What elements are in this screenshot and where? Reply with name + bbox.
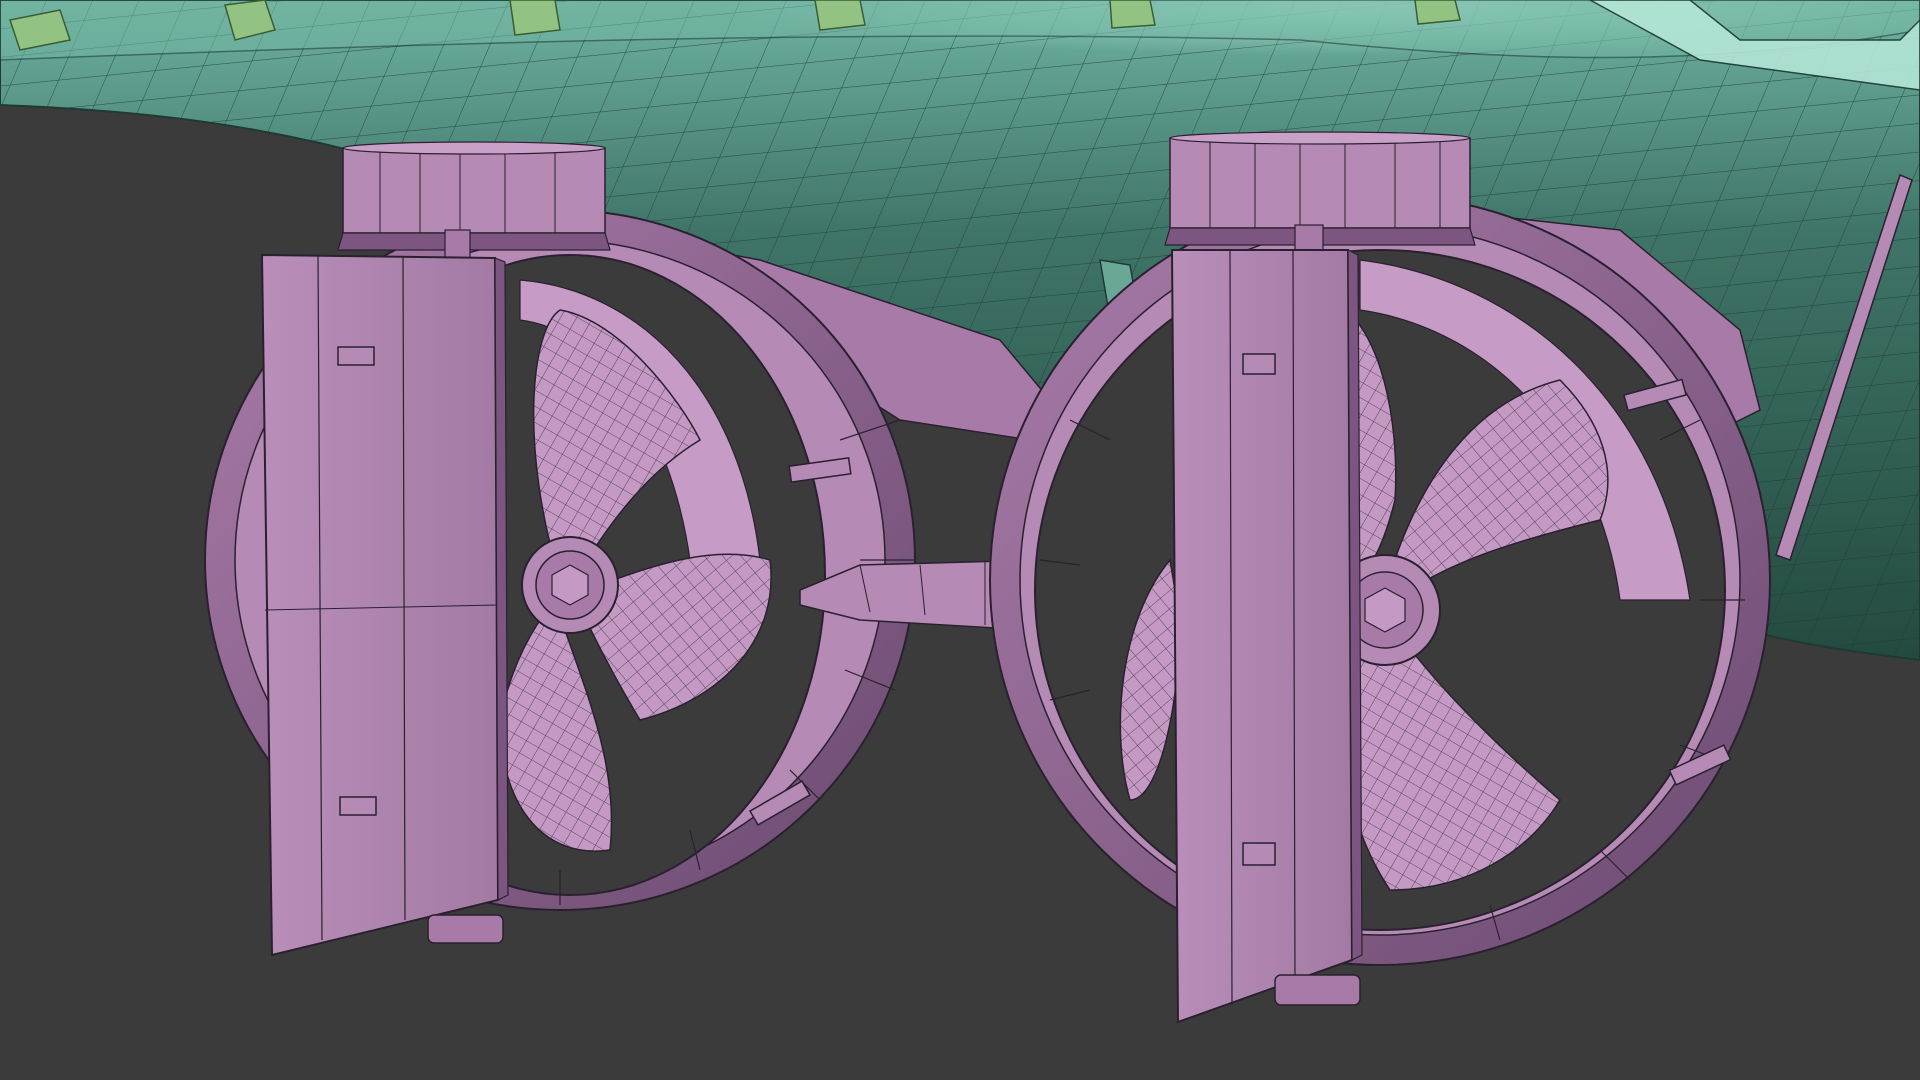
rudder [1170, 249, 1363, 1024]
3d-viewport[interactable] [0, 0, 1920, 1080]
mount-head [1164, 131, 1476, 256]
mount-head [337, 141, 611, 261]
rudder [260, 253, 509, 957]
scene-canvas[interactable] [0, 0, 1920, 1080]
